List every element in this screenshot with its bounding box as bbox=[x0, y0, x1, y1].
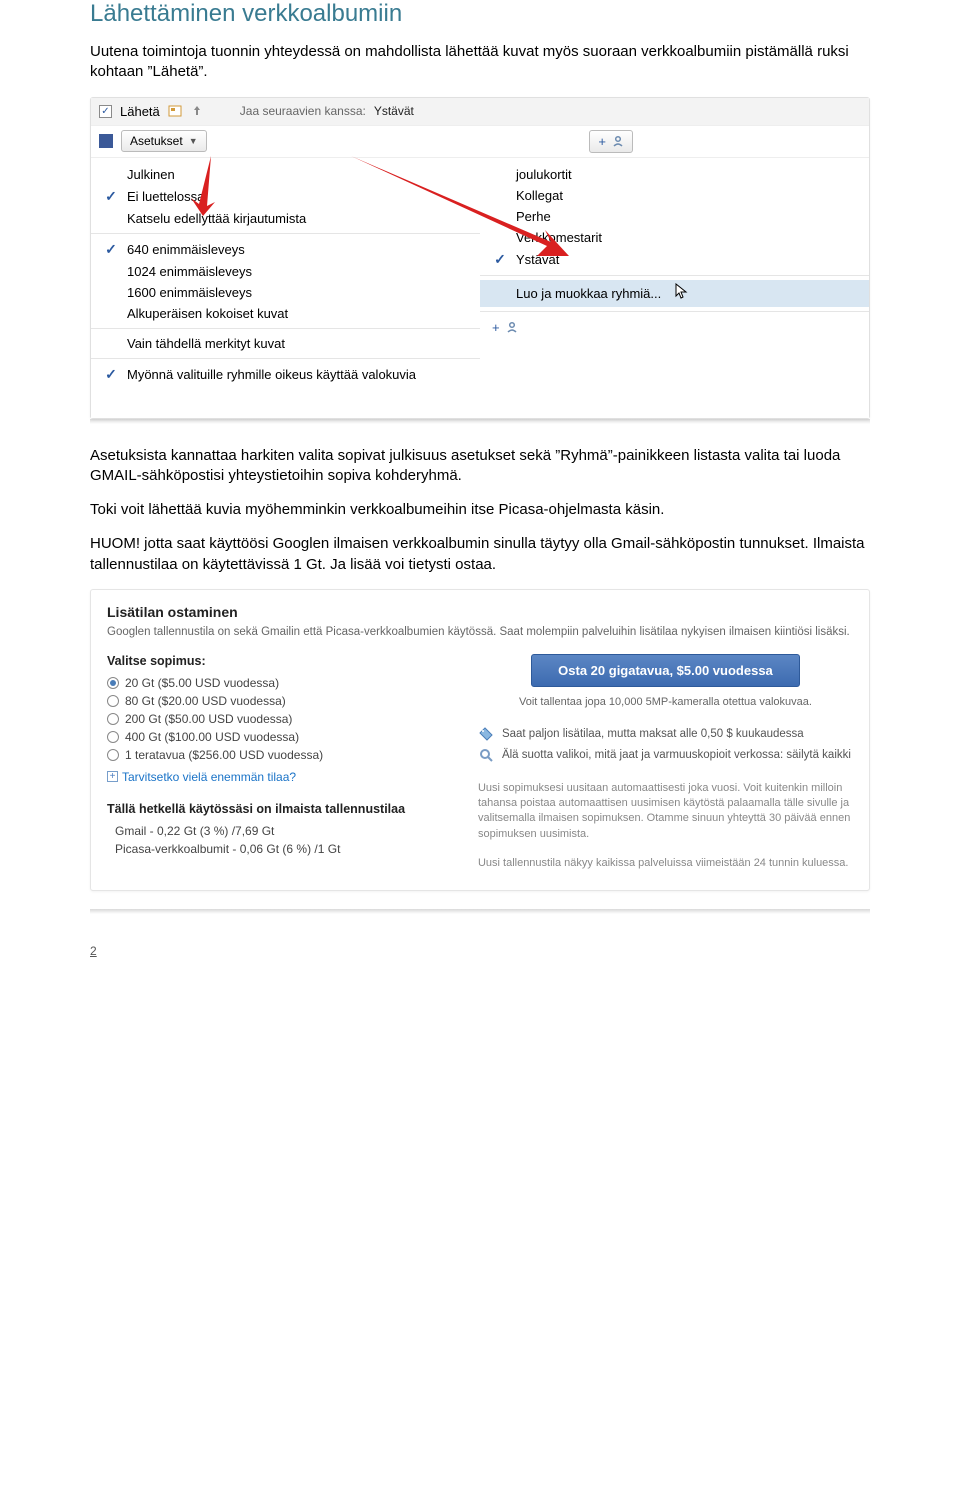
add-group-button[interactable]: + bbox=[589, 130, 633, 153]
share-value: Ystävät bbox=[374, 104, 414, 118]
checkmark-icon: ✓ bbox=[105, 241, 117, 258]
visibility-option[interactable]: 1600 enimmäisleveys bbox=[91, 282, 480, 303]
send-checkbox[interactable]: ✓ bbox=[99, 105, 112, 118]
plan-option[interactable]: 80 Gt ($20.00 USD vuodessa) bbox=[107, 692, 448, 710]
person-icon bbox=[506, 321, 518, 333]
page-number: 2 bbox=[90, 944, 870, 958]
red-arrow-left bbox=[191, 156, 231, 216]
plan-option-label: 200 Gt ($50.00 USD vuodessa) bbox=[125, 712, 292, 726]
settings-screenshot: ✓ Lähetä Jaa seuraavien kanssa: Ystävät … bbox=[90, 97, 870, 419]
visibility-option[interactable]: Vain tähdellä merkityt kuvat bbox=[91, 333, 480, 354]
plan-option[interactable]: 200 Gt ($50.00 USD vuodessa) bbox=[107, 710, 448, 728]
album-icon bbox=[168, 104, 182, 118]
intro-paragraph: Uutena toimintoja tuonnin yhteydessä on … bbox=[90, 42, 870, 83]
plan-option-label: 1 teratavua ($256.00 USD vuodessa) bbox=[125, 748, 323, 762]
magnifier-icon bbox=[478, 748, 494, 764]
benefit-2-text: Älä suotta valikoi, mitä jaat ja varmuus… bbox=[502, 748, 851, 764]
current-storage-heading: Tällä hetkellä käytössäsi on ilmaista ta… bbox=[107, 802, 448, 816]
page-title: Lähettäminen verkkoalbumiin bbox=[90, 0, 870, 28]
visibility-option[interactable]: ✓ Myönnä valituille ryhmille oikeus käytt… bbox=[91, 363, 480, 386]
add-person-row[interactable]: + bbox=[480, 316, 869, 339]
plan-option[interactable]: 20 Gt ($5.00 USD vuodessa) bbox=[107, 674, 448, 692]
plans-column: Valitse sopimus: 20 Gt ($5.00 USD vuodes… bbox=[107, 654, 448, 872]
paragraph-3: Toki voit lähettää kuvia myöhemminkin ve… bbox=[90, 500, 870, 520]
plan-option[interactable]: 1 teratavua ($256.00 USD vuodessa) bbox=[107, 746, 448, 764]
radio-icon bbox=[107, 749, 119, 761]
red-arrow-right bbox=[351, 146, 571, 266]
plan-option-label: 20 Gt ($5.00 USD vuodessa) bbox=[125, 676, 279, 690]
picasa-usage: Picasa-verkkoalbumit - 0,06 Gt (6 %) /1 … bbox=[107, 840, 448, 858]
visibility-option-label: Julkinen bbox=[127, 167, 175, 182]
need-more-link[interactable]: + Tarvitsetko vielä enemmän tilaa? bbox=[107, 770, 448, 784]
buy-button[interactable]: Osta 20 gigatavua, $5.00 vuodessa bbox=[531, 654, 800, 687]
chevron-down-icon: ▼ bbox=[189, 136, 198, 146]
settings-dropdown[interactable]: Asetukset ▼ bbox=[121, 130, 207, 152]
shop-intro: Googlen tallennustila on sekä Gmailin et… bbox=[107, 626, 853, 638]
checkmark-icon: ✓ bbox=[105, 188, 117, 205]
plan-option[interactable]: 400 Gt ($100.00 USD vuodessa) bbox=[107, 728, 448, 746]
send-label: Lähetä bbox=[120, 104, 160, 119]
visibility-option-label: Myönnä valituille ryhmille oikeus käyttä… bbox=[127, 367, 416, 382]
paragraph-4: HUOM! jotta saat käyttöösi Googlen ilmai… bbox=[90, 534, 870, 575]
share-prefix: Jaa seuraavien kanssa: bbox=[240, 104, 366, 118]
fine-print-1: Uusi sopimuksesi uusitaan automaattisest… bbox=[478, 781, 853, 843]
create-edit-groups[interactable]: Luo ja muokkaa ryhmiä... bbox=[480, 280, 869, 307]
square-icon bbox=[99, 134, 113, 148]
create-edit-groups-label: Luo ja muokkaa ryhmiä... bbox=[516, 286, 661, 301]
visibility-option-label: Alkuperäisen kokoiset kuvat bbox=[127, 306, 288, 321]
visibility-option-label: 1024 enimmäisleveys bbox=[127, 264, 252, 279]
paragraph-2: Asetuksista kannattaa harkiten valita so… bbox=[90, 446, 870, 487]
fine-print-2: Uusi tallennustila näkyy kaikissa palvel… bbox=[478, 856, 853, 871]
visibility-option-label: 640 enimmäisleveys bbox=[127, 242, 245, 257]
need-more-link-label: Tarvitsetko vielä enemmän tilaa? bbox=[122, 770, 296, 784]
visibility-option[interactable]: Alkuperäisen kokoiset kuvat bbox=[91, 303, 480, 324]
gmail-usage: Gmail - 0,22 Gt (3 %) /7,69 Gt bbox=[107, 822, 448, 840]
tag-icon bbox=[478, 727, 494, 743]
top-bar: ✓ Lähetä Jaa seuraavien kanssa: Ystävät bbox=[91, 98, 869, 126]
visibility-option-label: Vain tähdellä merkityt kuvat bbox=[127, 336, 285, 351]
storage-purchase-screenshot: Lisätilan ostaminen Googlen tallennustil… bbox=[90, 589, 870, 891]
settings-dropdown-label: Asetukset bbox=[130, 134, 183, 148]
benefit-1-text: Saat paljon lisätilaa, mutta maksat alle… bbox=[502, 727, 804, 743]
upload-icon bbox=[190, 104, 204, 118]
radio-icon bbox=[107, 731, 119, 743]
plus-icon: + bbox=[598, 134, 606, 149]
plus-icon: + bbox=[492, 320, 500, 335]
visibility-option-label: 1600 enimmäisleveys bbox=[127, 285, 252, 300]
purchase-column: Osta 20 gigatavua, $5.00 vuodessa Voit t… bbox=[478, 654, 853, 872]
plan-option-label: 80 Gt ($20.00 USD vuodessa) bbox=[125, 694, 286, 708]
checkmark-icon: ✓ bbox=[105, 366, 117, 383]
radio-icon bbox=[107, 677, 119, 689]
cursor-icon bbox=[675, 283, 689, 304]
buy-subtext: Voit tallentaa jopa 10,000 5MP-kameralla… bbox=[478, 695, 853, 710]
plan-option-label: 400 Gt ($100.00 USD vuodessa) bbox=[125, 730, 299, 744]
choose-plan-label: Valitse sopimus: bbox=[107, 654, 448, 668]
radio-icon bbox=[107, 713, 119, 725]
shadow-divider bbox=[90, 419, 870, 424]
person-icon bbox=[612, 135, 624, 147]
plus-box-icon: + bbox=[107, 771, 118, 782]
shop-title: Lisätilan ostaminen bbox=[107, 604, 853, 620]
radio-icon bbox=[107, 695, 119, 707]
shadow-divider bbox=[90, 909, 870, 914]
